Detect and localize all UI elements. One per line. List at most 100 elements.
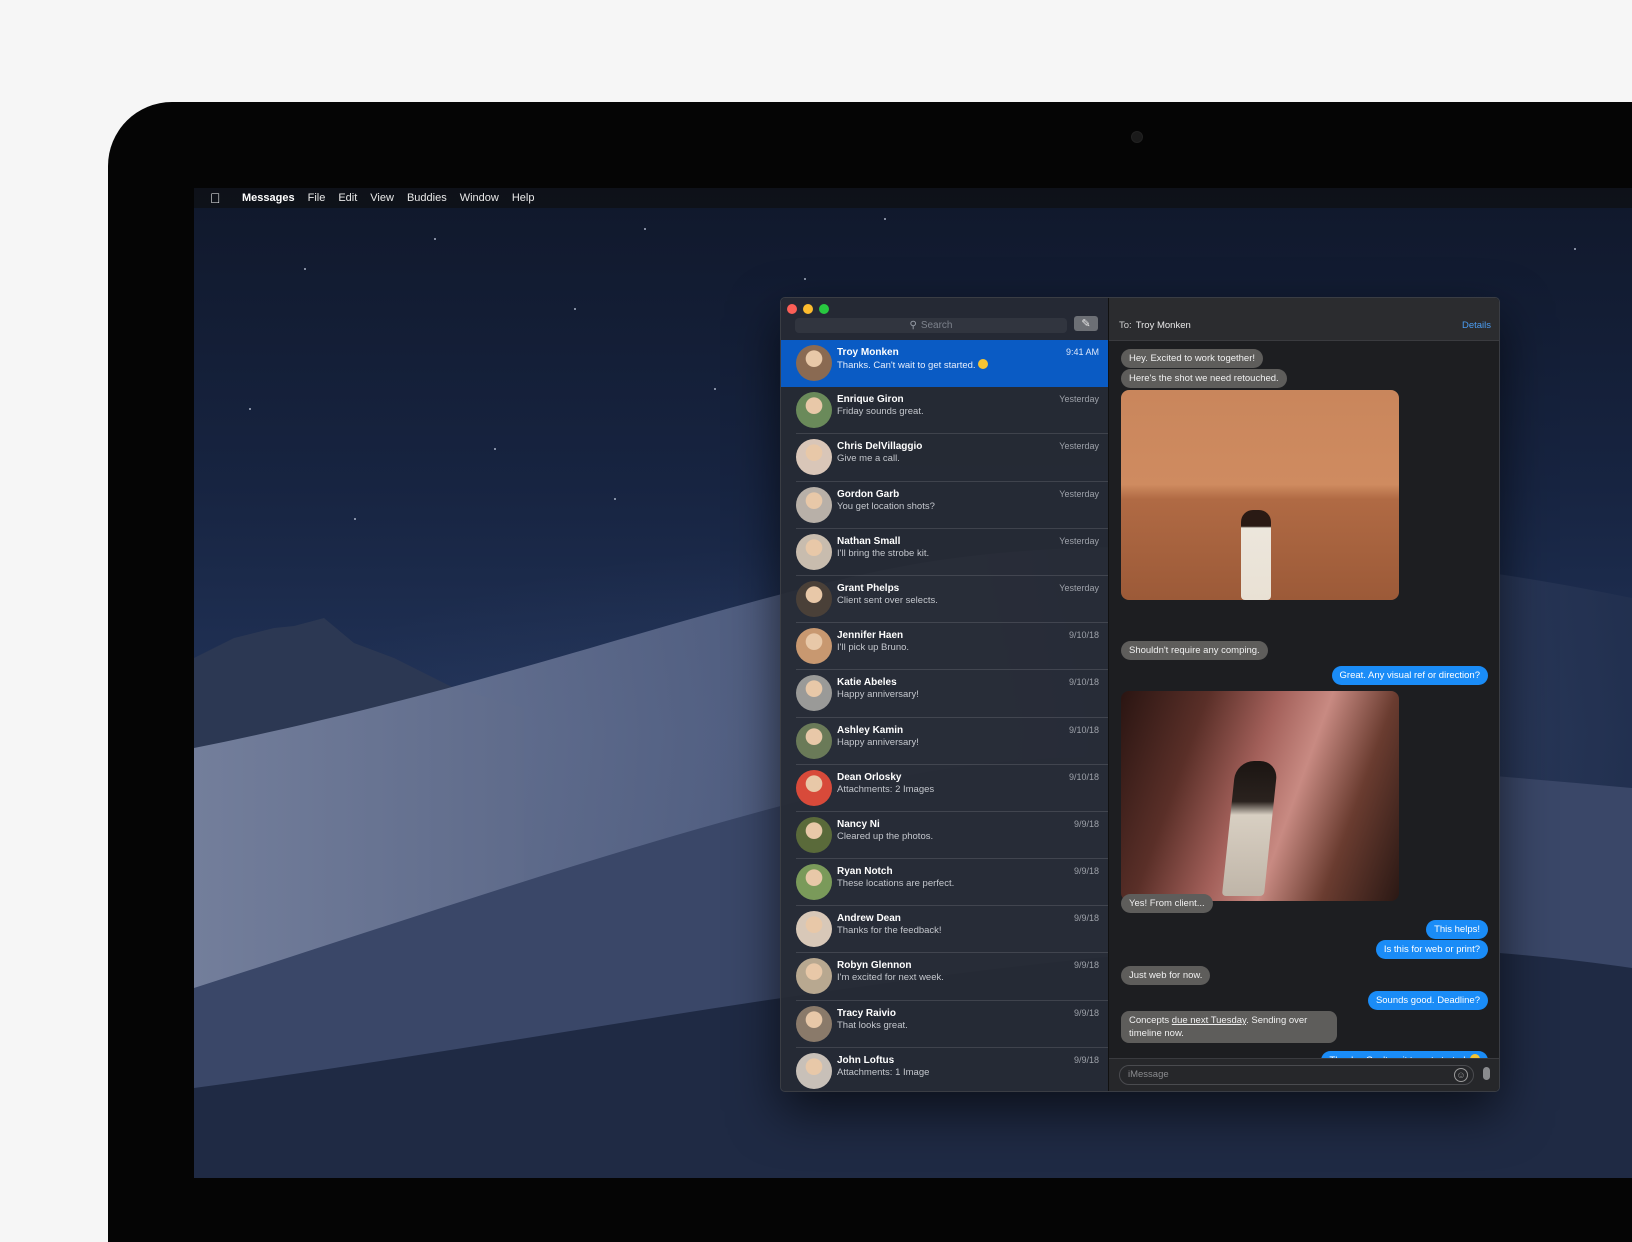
outgoing-message: Sounds good. Deadline?: [1367, 991, 1488, 1010]
timestamp: 9/9/18: [1073, 1054, 1099, 1065]
conversation-item[interactable]: John Loftus Attachments: 1 Image 9/9/18: [781, 1048, 1108, 1091]
contact-name: Andrew Dean: [837, 913, 901, 925]
conversation-item[interactable]: Nancy Ni Cleared up the photos. 9/9/18: [781, 812, 1108, 860]
avatar: [796, 580, 832, 617]
timestamp: 9/10/18: [1068, 771, 1099, 782]
conversation-list: Troy Monken Thanks. Can't wait to get st…: [781, 340, 1108, 1091]
search-placeholder: Search: [920, 320, 953, 331]
search-icon: ⚲: [909, 320, 917, 331]
avatar: [796, 439, 832, 476]
contact-name: Chris DelVillaggio: [837, 441, 923, 453]
menu-help[interactable]: Help: [512, 192, 535, 204]
camera-icon: [1131, 131, 1143, 143]
date-link[interactable]: due next Tuesday: [1172, 1015, 1246, 1026]
timestamp: 9/10/18: [1068, 630, 1099, 641]
conversation-item[interactable]: Enrique Giron Friday sounds great. Yeste…: [781, 387, 1108, 435]
menu-buddies[interactable]: Buddies: [407, 192, 447, 204]
chat-header: To: Troy Monken Details: [1109, 298, 1499, 341]
conversation-item[interactable]: Troy Monken Thanks. Can't wait to get st…: [781, 340, 1108, 388]
photo-subject: [1241, 510, 1271, 600]
incoming-message: Hey. Excited to work together!: [1121, 349, 1264, 368]
message-preview: Cleared up the photos.: [837, 830, 934, 842]
message-preview: Friday sounds great.: [837, 406, 924, 418]
conversation-item[interactable]: Andrew Dean Thanks for the feedback! 9/9…: [781, 906, 1108, 954]
message-preview: I'll bring the strobe kit.: [837, 547, 930, 559]
incoming-message: Yes! From client...: [1121, 894, 1213, 913]
contact-name: Ryan Notch: [837, 866, 893, 878]
conversation-item[interactable]: Katie Abeles Happy anniversary! 9/10/18: [781, 670, 1108, 718]
menu-messages[interactable]: Messages: [242, 192, 295, 204]
timestamp: Yesterday: [1059, 441, 1099, 452]
messages-window: ⚲ Search ✎ Troy Monken Thanks. Can't wai…: [780, 297, 1500, 1092]
message-preview: That looks great.: [837, 1019, 908, 1031]
message-input[interactable]: iMessage: [1119, 1065, 1474, 1085]
message-preview: These locations are perfect.: [837, 878, 955, 890]
compose-icon: ✎: [1081, 318, 1091, 330]
conversation-item[interactable]: Gordon Garb You get location shots? Yest…: [781, 482, 1108, 529]
menu-edit[interactable]: Edit: [338, 192, 357, 204]
timestamp: 9/10/18: [1068, 677, 1099, 688]
message-preview: Attachments: 2 Images: [837, 783, 935, 795]
conversation-item[interactable]: Ashley Kamin Happy anniversary! 9/10/18: [781, 718, 1108, 765]
contact-name: Jennifer Haen: [837, 630, 904, 642]
conversation-item[interactable]: Chris DelVillaggio Give me a call. Yeste…: [781, 434, 1108, 482]
avatar: [796, 816, 832, 853]
avatar: [796, 345, 832, 381]
contact-name: Nancy Ni: [837, 818, 880, 830]
menu-bar:  Messages File Edit View Buddies Window…: [194, 188, 1632, 208]
conversation-item[interactable]: Ryan Notch These locations are perfect. …: [781, 859, 1108, 907]
menu-file[interactable]: File: [308, 192, 326, 204]
avatar: [796, 911, 832, 948]
timestamp: 9/9/18: [1073, 818, 1099, 829]
conversation-item[interactable]: Jennifer Haen I'll pick up Bruno. 9/10/1…: [781, 623, 1108, 671]
contact-name: Dean Orlosky: [837, 771, 902, 783]
timestamp: Yesterday: [1059, 394, 1099, 405]
menu-window[interactable]: Window: [460, 192, 499, 204]
contact-name: Enrique Giron: [837, 394, 904, 406]
details-button[interactable]: Details: [1462, 320, 1491, 331]
incoming-message: Concepts due next Tuesday. Sending over …: [1121, 1011, 1337, 1043]
compose-button[interactable]: ✎: [1074, 316, 1098, 331]
message-preview: Thanks. Can't wait to get started.: [837, 359, 988, 371]
contact-name: Tracy Raivio: [837, 1007, 896, 1019]
timestamp: Yesterday: [1059, 535, 1099, 546]
to-label: To:: [1119, 320, 1132, 331]
photo-walking-figure-alley[interactable]: [1121, 691, 1399, 901]
contact-name: Troy Monken: [837, 347, 899, 358]
avatar: [796, 628, 832, 665]
incoming-message: Shouldn't require any comping.: [1121, 641, 1268, 660]
message-preview: Happy anniversary!: [837, 736, 919, 748]
contact-name: Robyn Glennon: [837, 960, 912, 972]
message-preview: I'll pick up Bruno.: [837, 642, 910, 654]
conversation-item[interactable]: Tracy Raivio That looks great. 9/9/18: [781, 1001, 1108, 1048]
zoom-button[interactable]: [819, 304, 829, 314]
message-preview: Give me a call.: [837, 453, 900, 465]
compose-area: iMessage ☺: [1109, 1058, 1499, 1091]
search-input[interactable]: ⚲ Search: [795, 318, 1067, 333]
recipient-name: Troy Monken: [1135, 320, 1191, 331]
outgoing-message: Great. Any visual ref or direction?: [1331, 666, 1488, 685]
apple-menu-icon[interactable]: : [210, 190, 230, 206]
outgoing-message: This helps!: [1426, 920, 1488, 939]
message-preview: I'm excited for next week.: [837, 972, 944, 984]
photo-woman-orange-wall[interactable]: [1121, 390, 1399, 600]
avatar: [796, 1005, 832, 1042]
conversation-sidebar: ⚲ Search ✎ Troy Monken Thanks. Can't wai…: [781, 298, 1108, 1091]
emoji-icon[interactable]: ☺: [1454, 1068, 1468, 1082]
conversation-item[interactable]: Robyn Glennon I'm excited for next week.…: [781, 953, 1108, 1001]
conversation-item[interactable]: Dean Orlosky Attachments: 2 Images 9/10/…: [781, 765, 1108, 812]
menu-view[interactable]: View: [370, 192, 394, 204]
photo-subject: [1221, 761, 1279, 896]
conversation-item[interactable]: Nathan Small I'll bring the strobe kit. …: [781, 529, 1108, 576]
conversation-item[interactable]: Grant Phelps Client sent over selects. Y…: [781, 576, 1108, 624]
recipient-field[interactable]: To: Troy Monken: [1119, 320, 1191, 331]
minimize-button[interactable]: [803, 304, 813, 314]
microphone-icon[interactable]: [1483, 1067, 1490, 1080]
avatar: [796, 533, 832, 570]
contact-name: Nathan Small: [837, 535, 901, 547]
smiley-emoji-icon: [977, 359, 988, 369]
chat-pane: To: Troy Monken Details Hey. Excited to w…: [1108, 298, 1499, 1091]
close-button[interactable]: [787, 304, 797, 314]
timestamp: 9/9/18: [1073, 913, 1099, 924]
window-controls: [787, 304, 829, 314]
